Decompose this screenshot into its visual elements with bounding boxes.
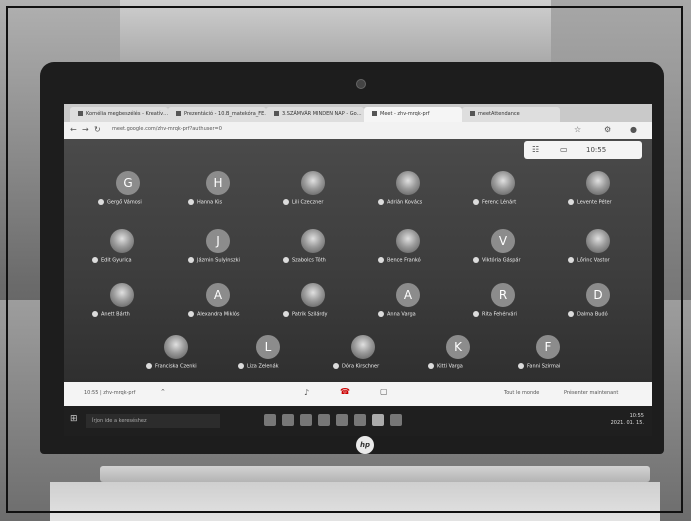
image-frame bbox=[6, 6, 683, 513]
